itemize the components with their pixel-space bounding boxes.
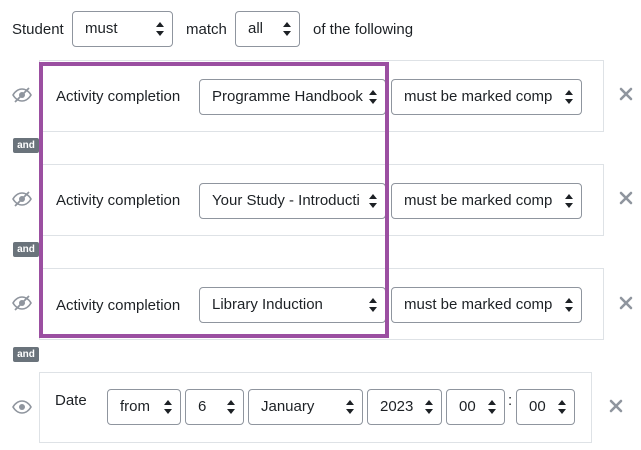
must-select[interactable]: must (72, 11, 173, 47)
hour-select[interactable]: 00 (446, 389, 505, 425)
must-select-value: must (85, 20, 118, 37)
select-caret-icon (164, 400, 172, 414)
student-label: Student (12, 21, 64, 38)
all-select-value: all (248, 20, 264, 37)
delete-x-icon[interactable] (609, 399, 623, 413)
date-label: Date (55, 392, 87, 409)
select-caret-icon (346, 400, 354, 414)
and-badge: and (13, 242, 39, 257)
time-separator: : (508, 392, 513, 409)
select-caret-icon (488, 400, 496, 414)
and-badge: and (13, 138, 39, 153)
eye-icon[interactable] (12, 397, 32, 417)
day-select[interactable]: 6 (185, 389, 244, 425)
requirement-select[interactable]: must be marked comp (391, 183, 582, 219)
select-caret-icon (565, 90, 573, 104)
delete-x-icon[interactable] (619, 191, 633, 205)
requirement-select[interactable]: must be marked comp (391, 79, 582, 115)
all-select[interactable]: all (235, 11, 300, 47)
month-select[interactable]: January (248, 389, 363, 425)
requirement-select[interactable]: must be marked comp (391, 287, 582, 323)
match-label: match (186, 21, 227, 38)
select-caret-icon (156, 22, 164, 36)
select-caret-icon (565, 298, 573, 312)
highlight-frame (39, 62, 389, 338)
select-caret-icon (283, 22, 291, 36)
requirement-select-value: must be marked comp (404, 192, 553, 209)
minute-select-value: 00 (529, 398, 546, 415)
select-caret-icon (425, 400, 433, 414)
eye-slash-icon[interactable] (12, 85, 32, 105)
year-select[interactable]: 2023 (367, 389, 442, 425)
select-caret-icon (558, 400, 566, 414)
minute-select[interactable]: 00 (516, 389, 575, 425)
day-select-value: 6 (198, 398, 207, 415)
eye-slash-icon[interactable] (12, 293, 32, 313)
month-select-value: January (261, 398, 315, 415)
requirement-select-value: must be marked comp (404, 296, 553, 313)
requirement-select-value: must be marked comp (404, 88, 553, 105)
date-direction-value: from (120, 398, 150, 415)
eye-slash-icon[interactable] (12, 189, 32, 209)
delete-x-icon[interactable] (619, 296, 633, 310)
delete-x-icon[interactable] (619, 87, 633, 101)
following-label: of the following (313, 21, 414, 38)
date-direction-select[interactable]: from (107, 389, 181, 425)
and-badge: and (13, 347, 39, 362)
hour-select-value: 00 (459, 398, 476, 415)
year-select-value: 2023 (380, 398, 414, 415)
select-caret-icon (565, 194, 573, 208)
select-caret-icon (227, 400, 235, 414)
